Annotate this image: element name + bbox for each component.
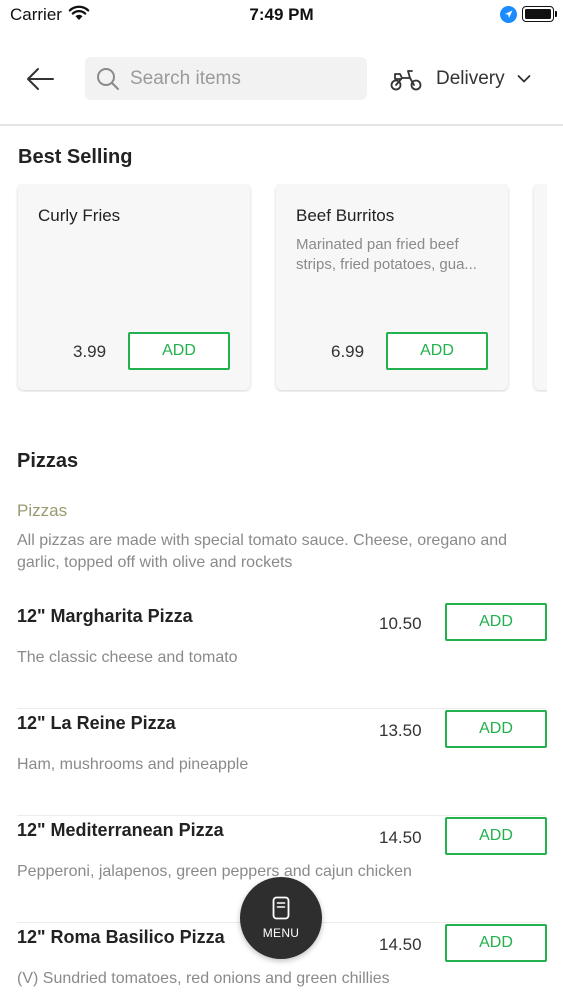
category-description: All pizzas are made with special tomato … xyxy=(17,532,508,571)
search-icon xyxy=(97,67,119,90)
search-input[interactable] xyxy=(130,67,360,90)
menu-button[interactable]: MENU xyxy=(240,877,322,959)
product-description: Marinated pan fried beef strips, fried p… xyxy=(296,236,477,273)
add-button[interactable]: ADD xyxy=(445,603,547,641)
scooter-icon xyxy=(390,70,422,91)
item-description: (V) Sundried tomatoes, red onions and gr… xyxy=(17,970,390,987)
item-description: The classic cheese and tomato xyxy=(17,649,238,666)
category-subtitle: Pizzas xyxy=(17,501,68,520)
item-name: 12" La Reine Pizza xyxy=(17,713,176,733)
clock: 7:49 PM xyxy=(249,5,314,24)
best-selling-title: Best Selling xyxy=(18,146,133,168)
product-name: Beef Burritos xyxy=(296,206,395,225)
item-description: Pepperoni, jalapenos, green peppers and … xyxy=(17,863,412,880)
top-app-bar: Delivery xyxy=(0,32,563,126)
chevron-down-icon xyxy=(517,75,531,83)
search-bar[interactable] xyxy=(85,57,367,100)
add-button[interactable]: ADD xyxy=(386,332,488,370)
battery-icon xyxy=(522,6,557,22)
menu-button-label: MENU xyxy=(262,926,300,940)
item-description: Ham, mushrooms and pineapple xyxy=(17,756,249,773)
add-button[interactable]: ADD xyxy=(445,924,547,962)
back-button[interactable] xyxy=(22,62,58,96)
best-selling-carousel[interactable]: Curly Fries 3.99 ADD Beef Burritos Marin… xyxy=(0,184,547,392)
arrow-left-icon xyxy=(27,68,54,90)
item-price: 13.50 xyxy=(379,721,422,740)
product-price: 6.99 xyxy=(331,342,365,361)
product-name: Curly Fries xyxy=(38,206,121,225)
item-price: 14.50 xyxy=(379,935,422,954)
item-price: 14.50 xyxy=(379,828,422,847)
add-button[interactable]: ADD xyxy=(128,332,230,370)
status-bar: Carrier 7:49 PM xyxy=(0,0,563,32)
add-button[interactable]: ADD xyxy=(445,710,547,748)
item-name: 12" Margharita Pizza xyxy=(17,606,193,626)
product-card-peek[interactable] xyxy=(534,184,547,390)
item-name: 12" Mediterranean Pizza xyxy=(17,820,224,840)
category-title: Pizzas xyxy=(17,450,79,472)
delivery-selector[interactable]: Delivery xyxy=(390,62,531,96)
menu-item[interactable]: 12" Margharita Pizza 10.50 ADD The class… xyxy=(17,602,547,709)
product-price: 3.99 xyxy=(73,342,107,361)
menu-book-icon xyxy=(272,896,290,920)
location-arrow-icon xyxy=(500,6,517,28)
product-card[interactable]: Curly Fries 3.99 ADD xyxy=(18,184,250,390)
product-card[interactable]: Beef Burritos Marinated pan fried beef s… xyxy=(276,184,508,390)
item-name: 12" Roma Basilico Pizza xyxy=(17,927,225,947)
item-price: 10.50 xyxy=(379,614,422,633)
menu-item[interactable]: 12" La Reine Pizza 13.50 ADD Ham, mushro… xyxy=(17,709,547,816)
add-button[interactable]: ADD xyxy=(445,817,547,855)
delivery-label: Delivery xyxy=(436,68,505,89)
